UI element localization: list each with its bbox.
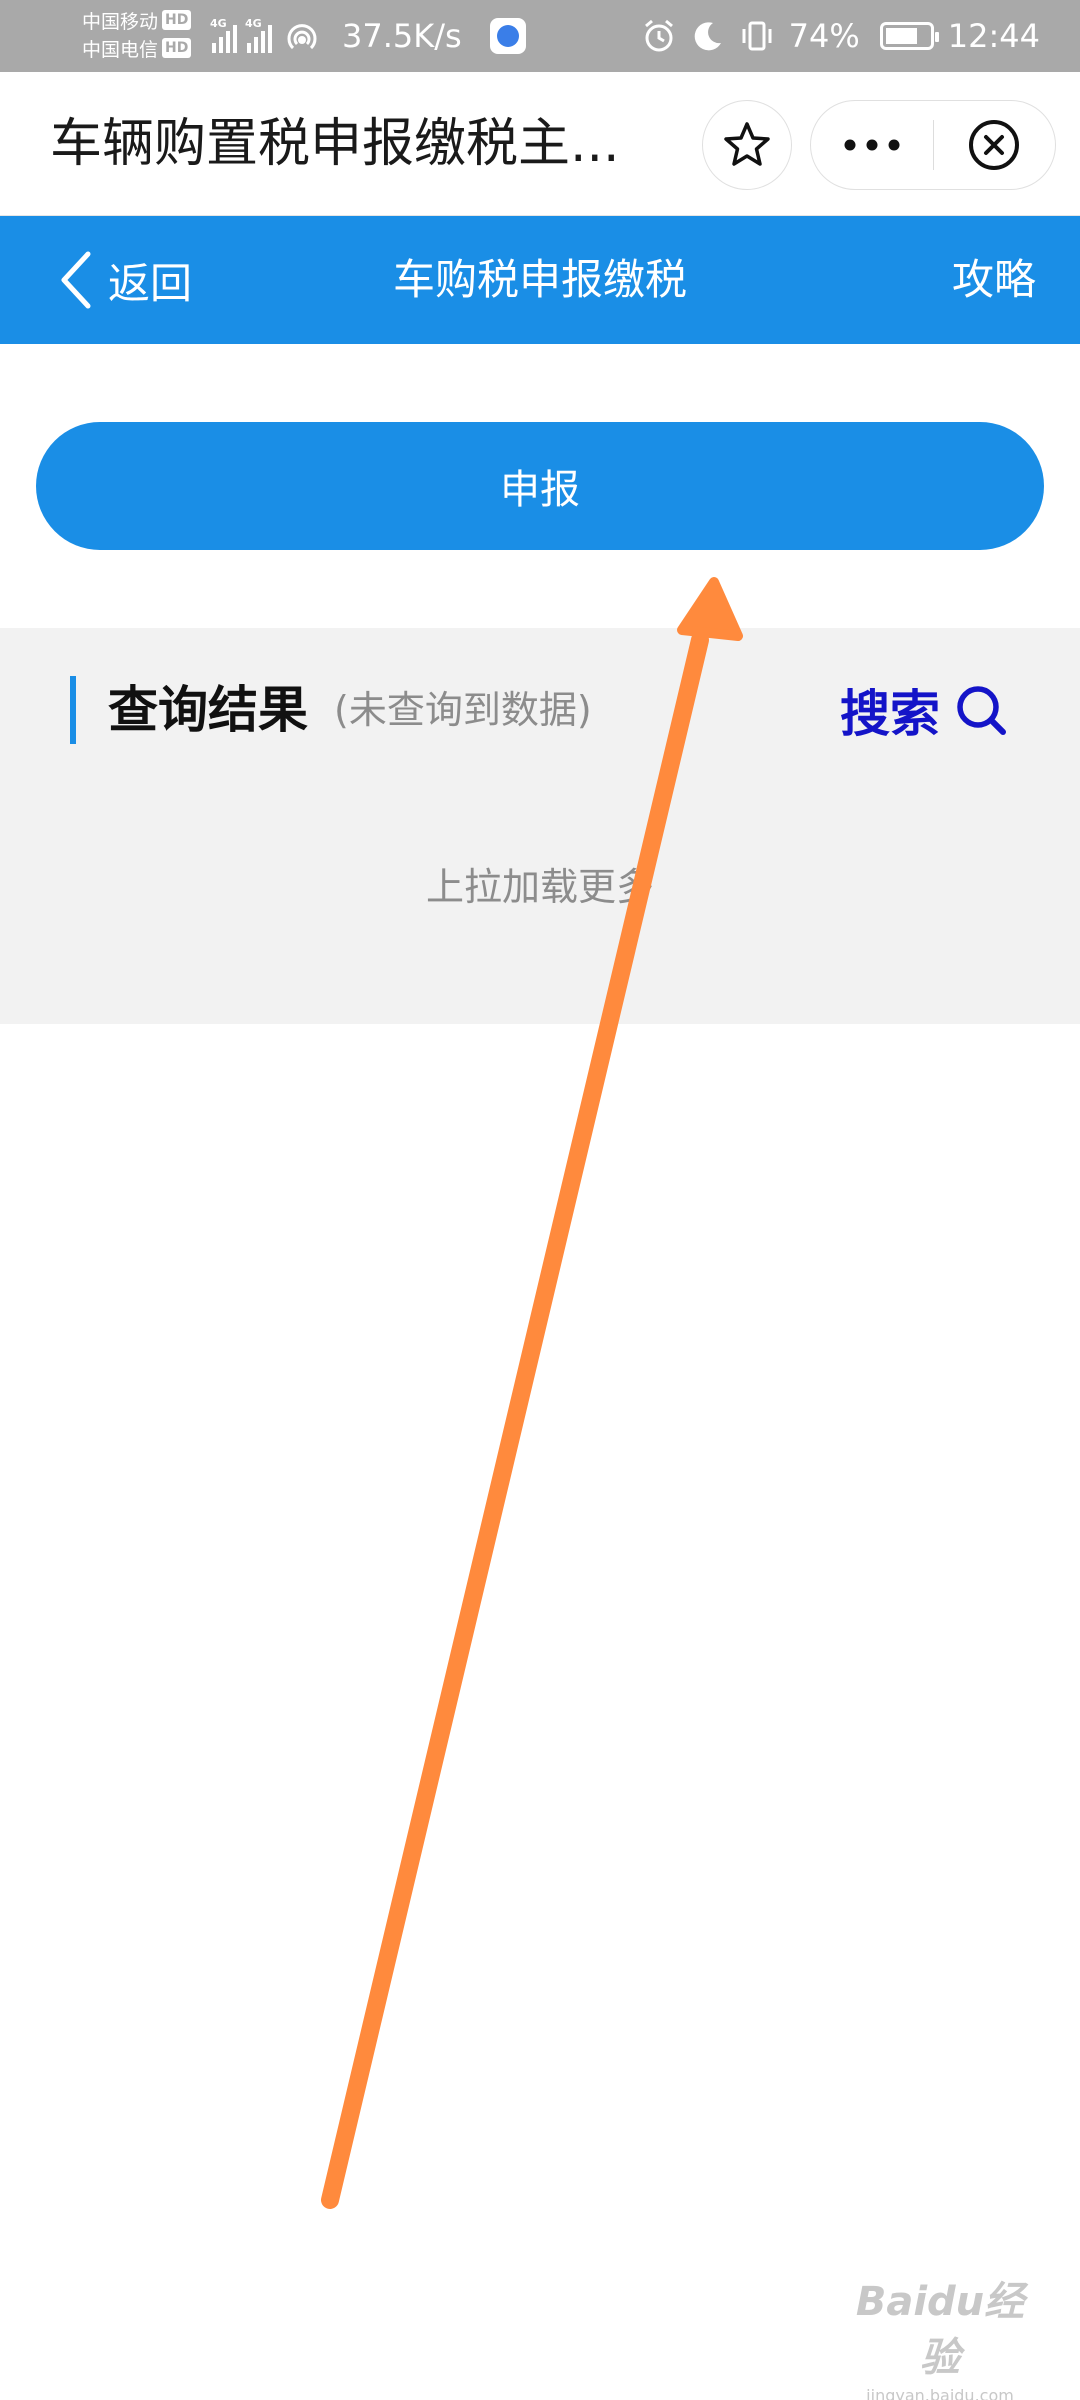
guide-link[interactable]: 攻略 (952, 216, 1036, 344)
back-button[interactable]: 返回 (58, 216, 192, 344)
status-right-icons: 74% 12:44 (641, 0, 1040, 72)
hd-badge-2: HD (162, 38, 192, 58)
favorite-button[interactable] (702, 100, 792, 190)
hotspot-icon (287, 24, 317, 50)
carrier-1-label: 中国移动 (82, 10, 159, 33)
carrier-info: 中国移动 HD 中国电信 HD (82, 6, 202, 62)
more-dots-icon (844, 139, 900, 151)
status-left-icons: 4G 4G 37.5K/s (210, 0, 526, 72)
alarm-icon (644, 19, 673, 52)
nav-bar: 返回 车购税申报缴税 攻略 (0, 216, 1080, 344)
close-button[interactable] (934, 101, 1056, 189)
page-title: 车辆购置税申报缴税主... (50, 114, 620, 174)
hd-badge-1: HD (162, 10, 192, 30)
watermark-text: Baidu经验 (855, 2279, 1025, 2381)
battery-icon (879, 22, 939, 50)
close-circle-icon (969, 120, 1020, 170)
results-empty-hint: (未查询到数据) (334, 688, 592, 732)
declare-button[interactable]: 申报 (36, 422, 1044, 550)
chevron-left-icon (61, 251, 91, 309)
carrier-1: 中国移动 HD (82, 6, 202, 34)
watermark-url: jingyan.baidu.com (866, 2386, 1014, 2400)
net-speed: 37.5K/s (342, 17, 462, 55)
signal-icon: 4G (210, 17, 237, 53)
app-notification-icon (489, 18, 526, 54)
query-results-section: 查询结果 (未查询到数据) 搜索 上拉加载更多 (0, 628, 1080, 1024)
search-icon (957, 686, 1006, 735)
annotation-arrow (321, 577, 743, 2209)
carrier-2-label: 中国电信 (82, 38, 159, 61)
battery-percent: 74% (788, 17, 860, 55)
title-bar: 车辆购置税申报缴税主... (0, 72, 1080, 216)
signal-icon-2: 4G (245, 17, 272, 53)
network-type-2: 4G (245, 17, 262, 30)
results-title: 查询结果 (108, 681, 308, 739)
star-icon (724, 122, 770, 166)
moon-icon (694, 22, 721, 51)
more-button[interactable] (811, 101, 933, 189)
status-bar: 中国移动 HD 中国电信 HD 4G 4G 37.5K/s 74% 12:44 (0, 0, 1080, 72)
search-button[interactable]: 搜索 (840, 676, 1008, 744)
clock: 12:44 (947, 17, 1040, 55)
capsule-menu (810, 100, 1056, 190)
section-accent-bar (70, 676, 76, 744)
back-label: 返回 (108, 258, 193, 308)
vibrate-icon (742, 21, 772, 51)
search-label: 搜索 (840, 685, 940, 743)
load-more-hint: 上拉加载更多 (425, 865, 654, 909)
baidu-watermark: Baidu经验 jingyan.baidu.com (840, 2274, 1040, 2400)
battery-fill (885, 28, 917, 44)
network-type-1: 4G (210, 17, 227, 30)
carrier-2: 中国电信 HD (82, 34, 202, 62)
